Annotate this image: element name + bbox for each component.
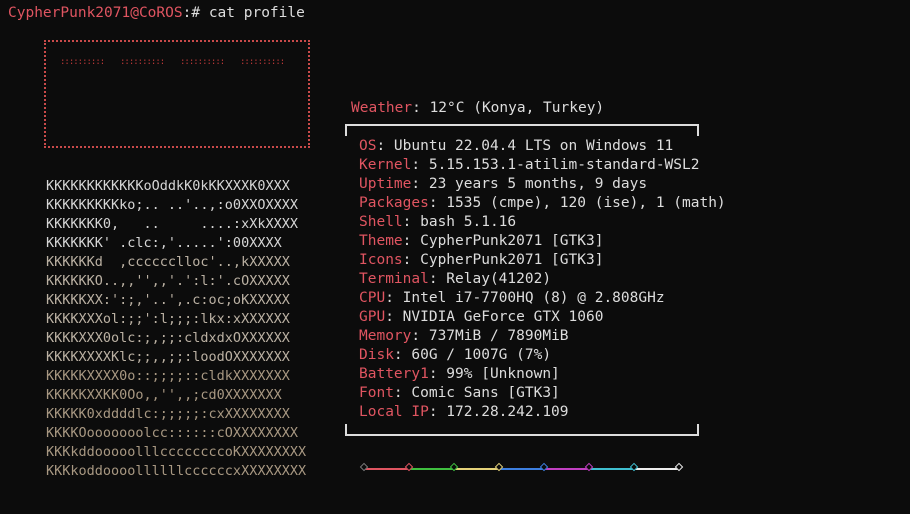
info-row: Local IP: 172.28.242.109 (359, 403, 726, 422)
palette-segment (544, 468, 589, 470)
info-key: Battery1 (359, 366, 429, 382)
ascii-art-line: KKKKOooooooolcc::::::cOXXXXXXXX (46, 425, 298, 441)
info-row: Icons: CypherPunk2071 [GTK3] (359, 251, 726, 270)
info-row: Packages: 1535 (cmpe), 120 (ise), 1 (mat… (359, 194, 726, 213)
prompt-user: CypherPunk2071@CoROS (8, 5, 183, 21)
info-key: OS (359, 138, 377, 154)
info-value: : 1535 (cmpe), 120 (ise), 1 (math) (428, 195, 726, 211)
ascii-art-line: KKKKKXXKK0Oo,,'',,;cd0XXXXXXX (46, 387, 282, 403)
info-key: Font (359, 385, 394, 401)
banner-letter-3: ::::::::::::::::::::::::::::::::::::::::… (180, 58, 224, 67)
info-row: Font: Comic Sans [GTK3] (359, 384, 726, 403)
weather-label: Weather (351, 100, 413, 116)
weather-value: : 12°C (Konya, Turkey) (412, 100, 605, 116)
info-row: Kernel: 5.15.153.1-atilim-standard-WSL2 (359, 156, 726, 175)
palette-segment (409, 468, 454, 470)
info-key: Terminal (359, 271, 429, 287)
info-row: GPU: NVIDIA GeForce GTX 1060 (359, 308, 726, 327)
ascii-art-logo: KKKKKKKKKKKKoOddkK0kKKXXXK0XXX KKKKKKKKKk… (46, 177, 306, 481)
info-value: : Ubuntu 22.04.4 LTS on Windows 11 (376, 138, 674, 154)
ascii-art-line: KKKkoddoooollllllccccccxXXXXXXXX (46, 463, 307, 479)
info-value: : NVIDIA GeForce GTX 1060 (385, 309, 604, 325)
info-key: CPU (359, 290, 386, 306)
palette-segment (499, 468, 544, 470)
info-key: Kernel (359, 157, 412, 173)
banner-letter-4: ::::::::::::::::::::::::::::::::::::::::… (240, 58, 284, 67)
ascii-art-line: KKKkddooooolllccccccccoKXXXXXXXX (46, 444, 307, 460)
ascii-art-line: KKKKKXX:':;,'..',.c:oc;oKXXXXX (46, 292, 290, 308)
banner-letter-1: ::::::::::::::::::::::::::::::::::::::::… (60, 58, 104, 67)
box-top-border (345, 124, 699, 136)
ascii-art-line: KKKKKKKKKKKKoOddkK0kKKXXXK0XXX (46, 178, 290, 194)
box-bottom-border (345, 424, 699, 436)
info-row: OS: Ubuntu 22.04.4 LTS on Windows 11 (359, 137, 726, 156)
info-key: Local IP (359, 404, 429, 420)
info-key: Memory (359, 328, 412, 344)
weather-line: Weather: 12°C (Konya, Turkey) (351, 99, 604, 118)
info-value: : bash 5.1.16 (402, 214, 517, 230)
info-row: Memory: 737MiB / 7890MiB (359, 327, 726, 346)
palette-segment (634, 468, 679, 470)
palette-segment (454, 468, 499, 470)
info-row: Battery1: 99% [Unknown] (359, 365, 726, 384)
info-row: CPU: Intel i7-7700HQ (8) @ 2.808GHz (359, 289, 726, 308)
system-info-box: OS: Ubuntu 22.04.4 LTS on Windows 11 Kern… (345, 124, 726, 436)
info-key: GPU (359, 309, 386, 325)
ascii-art-line: KKKKKKK' .clc:,'.....':00XXXX (46, 235, 282, 251)
info-key: Icons (359, 252, 403, 268)
ascii-art-line: KKKKKKKKKko;.. ..'..,:o0XXOXXXX (46, 197, 298, 213)
info-row: Uptime: 23 years 5 months, 9 days (359, 175, 726, 194)
ascii-art-line: KKKKXXX0olc:;,;;:cldxdxOXXXXXX (46, 330, 290, 346)
ascii-art-line: KKKKXXXXKlc;;,,;;:loodOXXXXXXX (46, 349, 290, 365)
info-row: Theme: CypherPunk2071 [GTK3] (359, 232, 726, 251)
info-row: Shell: bash 5.1.16 (359, 213, 726, 232)
ascii-art-line: KKKKKKK0, .. ....:xXkXXXX (46, 216, 298, 232)
ascii-art-line: KKKKKKd ,cccccclloc'..,kXXXXX (46, 254, 290, 270)
ascii-art-line: KKKKK0xddddlc:;;;;;:cxXXXXXXXX (46, 406, 290, 422)
info-value: : CypherPunk2071 [GTK3] (402, 233, 604, 249)
color-palette-bar (359, 462, 684, 476)
info-value: : 737MiB / 7890MiB (411, 328, 569, 344)
info-value: : 99% [Unknown] (428, 366, 560, 382)
info-key: Disk (359, 347, 394, 363)
info-value: : 172.28.242.109 (428, 404, 569, 420)
info-value: : Comic Sans [GTK3] (393, 385, 560, 401)
info-value: : Intel i7-7700HQ (8) @ 2.808GHz (385, 290, 665, 306)
info-value: : 23 years 5 months, 9 days (411, 176, 648, 192)
info-key: Uptime (359, 176, 412, 192)
palette-segment (589, 468, 634, 470)
system-info-list: OS: Ubuntu 22.04.4 LTS on Windows 11 Kern… (359, 137, 726, 422)
ascii-banner: ::::::::::::::::::::::::::::::::::::::::… (44, 40, 316, 158)
info-row: Terminal: Relay(41202) (359, 270, 726, 289)
info-row: Disk: 60G / 1007G (7%) (359, 346, 726, 365)
info-key: Packages (359, 195, 429, 211)
command-prompt: CypherPunk2071@CoROS:# cat profile (8, 4, 305, 23)
info-key: Shell (359, 214, 403, 230)
info-value: : Relay(41202) (428, 271, 552, 287)
prompt-suffix: :# (182, 5, 209, 21)
palette-segment (364, 468, 409, 470)
ascii-art-line: KKKKKXXXX0o::;;;;::cldkXXXXXXX (46, 368, 290, 384)
banner-letter-2: ::::::::::::::::::::::::::::::::::::::::… (120, 58, 164, 67)
ascii-art-line: KKKKXXXol:;;':l;;;:lkx:xXXXXXX (46, 311, 290, 327)
command-text: cat profile (208, 5, 305, 21)
ascii-art-line: KKKKKKO..,,'',,'.':l:'.cOXXXXX (46, 273, 290, 289)
info-value: : CypherPunk2071 [GTK3] (402, 252, 604, 268)
info-key: Theme (359, 233, 403, 249)
info-value: : 5.15.153.1-atilim-standard-WSL2 (411, 157, 700, 173)
info-value: : 60G / 1007G (7%) (393, 347, 552, 363)
